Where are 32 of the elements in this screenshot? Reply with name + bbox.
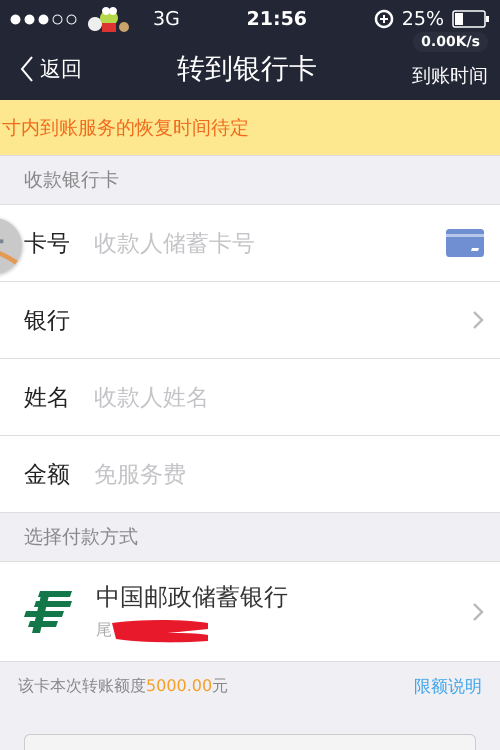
rotation-lock-icon bbox=[374, 9, 394, 29]
battery-icon bbox=[452, 10, 490, 28]
page-title: 转到银行卡 bbox=[176, 51, 318, 87]
chevron-icon bbox=[472, 602, 484, 622]
field-label: 卡号 bbox=[24, 230, 71, 258]
card-tail-label: 尾 bbox=[96, 620, 112, 641]
arrival-time-button[interactable]: 到账时间 bbox=[412, 63, 488, 89]
limit-text: 该卡本次转账额度5000.00元 bbox=[18, 676, 228, 696]
signal-dot-icon bbox=[38, 14, 49, 24]
section-header: 选择付款方式 bbox=[0, 512, 500, 562]
back-button[interactable]: 返回 bbox=[20, 55, 82, 83]
sticker-icon bbox=[85, 4, 131, 34]
chevron-icon bbox=[472, 310, 484, 330]
bank-select[interactable]: 银行 bbox=[0, 282, 500, 359]
field-label: 银行 bbox=[24, 306, 71, 336]
section-header: 收款银行卡 bbox=[0, 155, 500, 205]
field-label: 姓名 bbox=[24, 384, 71, 412]
post-bank-logo-icon bbox=[22, 590, 72, 632]
battery-percent: 25% bbox=[402, 8, 444, 30]
signal-dot-icon bbox=[52, 14, 63, 24]
network-type: 3G bbox=[153, 8, 180, 30]
clock-time: 21:56 bbox=[246, 8, 308, 30]
signal-dot-icon bbox=[66, 14, 77, 24]
network-speed: 0.00K/s bbox=[413, 32, 488, 52]
payment-method-row[interactable]: 中国邮政储蓄银行 尾 bbox=[0, 562, 500, 662]
signal-dot-icon bbox=[10, 14, 21, 24]
card-icon[interactable] bbox=[446, 229, 484, 257]
field-label: 金额 bbox=[24, 460, 71, 490]
back-chevron-icon bbox=[20, 55, 34, 83]
bank-name: 中国邮政储蓄银行 bbox=[96, 582, 289, 612]
notice-banner: 寸内到账服务的恢复时间待定 bbox=[0, 100, 500, 155]
signal-dot-icon bbox=[24, 14, 35, 24]
